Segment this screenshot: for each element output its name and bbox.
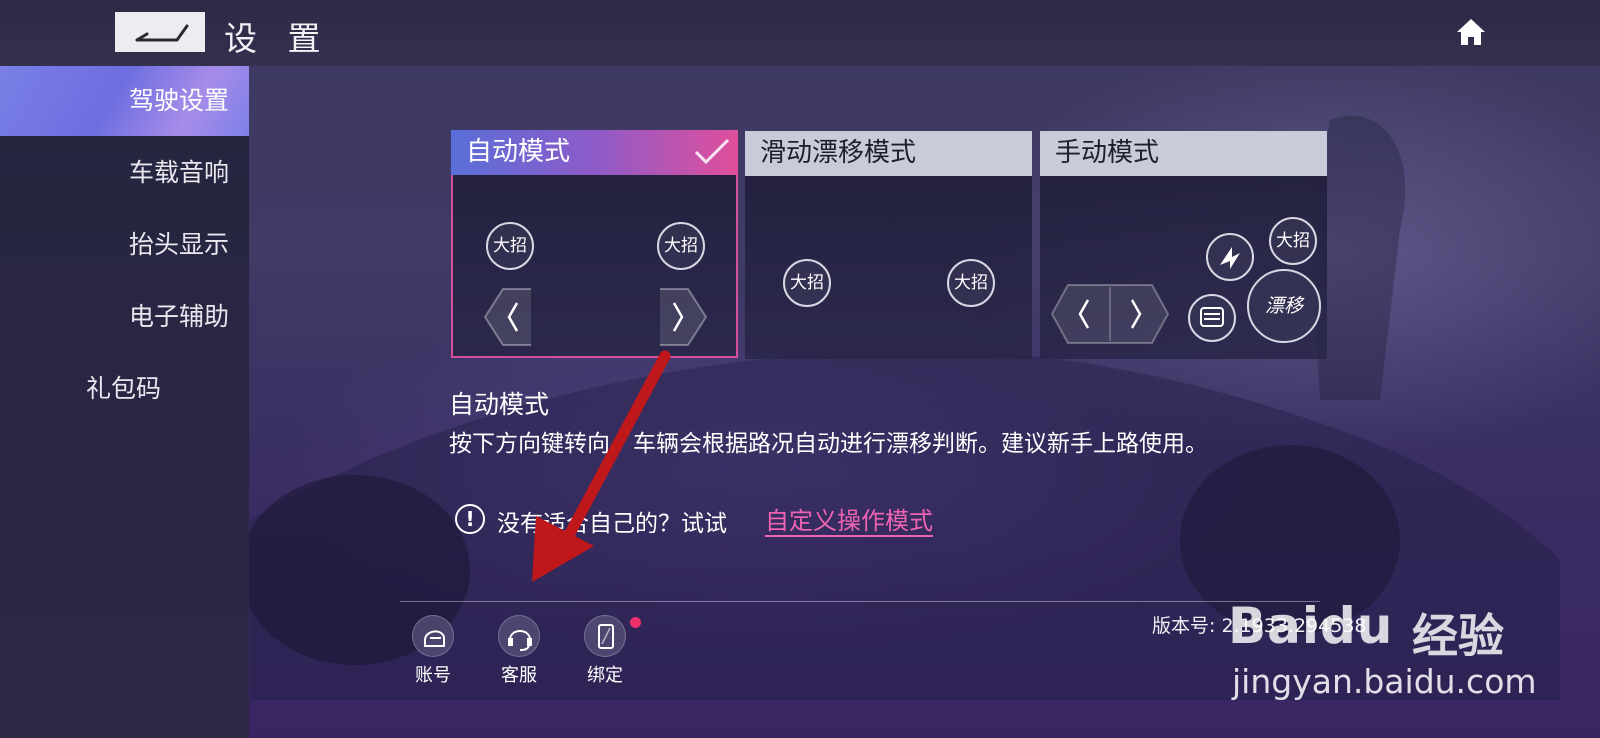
phone-icon [584, 615, 626, 657]
account-label: 账号 [415, 665, 451, 686]
sidebar-item-driving-settings[interactable]: 驾驶设置 [0, 66, 249, 136]
hint-text: 没有适合自己的？试试 [497, 511, 727, 537]
steer-left-icon [483, 288, 531, 346]
mode-card-auto-header: 自动模式 [451, 130, 738, 175]
mode-card-slide-drift-header: 滑动漂移模式 [745, 131, 1032, 176]
drift-button: 漂移 [1247, 269, 1321, 343]
back-button[interactable] [115, 12, 205, 52]
top-bar: 设 置 [0, 0, 1600, 66]
footer-divider [400, 601, 1320, 602]
sidebar-item-gift-code[interactable]: 礼包码 [47, 354, 200, 424]
ultimate-button-right: 大招 [657, 222, 705, 270]
ultimate-button-right: 大招 [947, 259, 995, 307]
mode-card-auto[interactable]: 自动模式 大招 大招 [451, 130, 738, 358]
custom-mode-link[interactable]: 自定义操作模式 [765, 501, 933, 536]
mode-description-text: 按下方向键转向，车辆会根据路况自动进行漂移判断。建议新手上路使用。 [449, 431, 1208, 457]
watermark-url: jingyan.baidu.com [1232, 662, 1537, 701]
mode-description-title: 自动模式 [449, 390, 550, 419]
helmet-icon [412, 615, 454, 657]
ultimate-button-left: 大招 [486, 222, 534, 270]
mode-card-manual-header: 手动模式 [1040, 131, 1327, 176]
sidebar: 驾驶设置 车载音响 抬头显示 电子辅助 礼包码 [0, 66, 249, 738]
home-icon [1457, 19, 1485, 45]
mode-card-manual[interactable]: 手动模式 大招 漂移 [1040, 131, 1327, 359]
nitro-icon [1220, 247, 1240, 269]
sidebar-item-car-audio[interactable]: 车载音响 [0, 138, 249, 208]
brake-icon [1200, 307, 1224, 327]
info-icon: ! [455, 504, 485, 534]
back-arrow-icon [135, 24, 189, 42]
mode-card-auto-label: 自动模式 [466, 137, 571, 167]
page-title: 设 置 [224, 19, 331, 58]
sidebar-item-hud[interactable]: 抬头显示 [0, 210, 249, 280]
bind-label: 绑定 [587, 665, 623, 686]
sidebar-item-electronic-assist[interactable]: 电子辅助 [0, 282, 249, 352]
watermark-brand-cn: 经验 [1412, 609, 1504, 663]
headset-icon [498, 615, 540, 657]
customer-service-button[interactable]: 客服 [484, 615, 554, 686]
check-icon [694, 138, 730, 165]
brake-button [1188, 294, 1236, 342]
steer-right-icon [660, 288, 708, 346]
mode-card-slide-drift[interactable]: 滑动漂移模式 大招 大招 [745, 131, 1032, 359]
notification-badge [630, 617, 641, 628]
steer-arrows-icon [1050, 284, 1170, 344]
account-button[interactable]: 账号 [398, 615, 468, 686]
ultimate-button-left: 大招 [783, 259, 831, 307]
watermark-brand: Baidu [1228, 597, 1394, 655]
ultimate-button: 大招 [1269, 217, 1317, 265]
home-button[interactable] [1455, 16, 1487, 48]
customer-service-label: 客服 [501, 665, 537, 686]
bind-button[interactable]: 绑定 [570, 615, 640, 686]
nitro-button [1206, 233, 1254, 281]
